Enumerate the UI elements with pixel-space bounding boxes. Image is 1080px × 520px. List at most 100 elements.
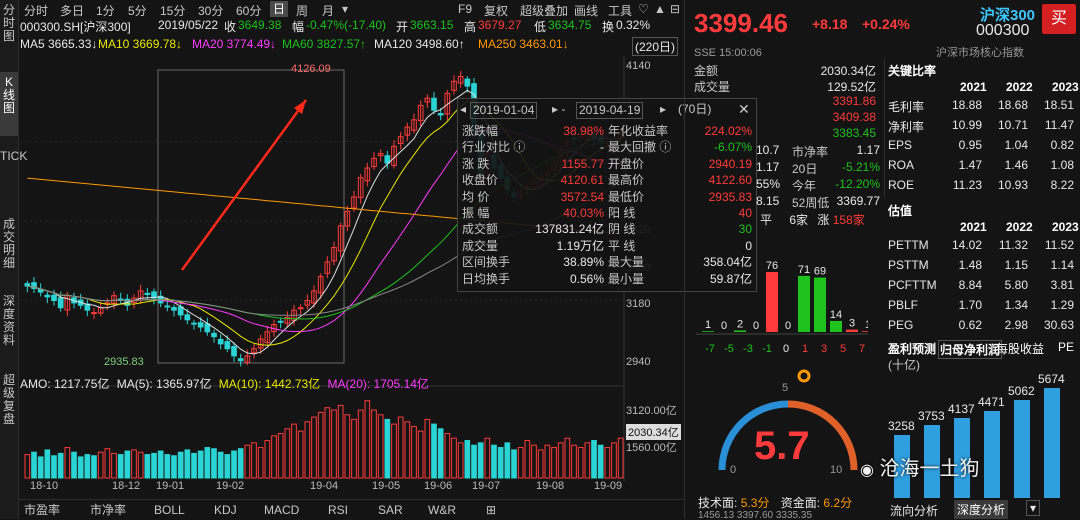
volume-bar [204, 447, 211, 479]
tab-pe[interactable]: 市盈率 [24, 500, 60, 520]
tab-kline[interactable]: K线图 [0, 72, 18, 136]
period-timeshare[interactable]: 分时 [24, 2, 48, 19]
popup-value: 38.89% [563, 255, 604, 270]
stat-b: 52周低 [792, 196, 830, 210]
popup-value: 1155.77 [561, 156, 605, 171]
volume-bar [217, 451, 224, 479]
tab-wr[interactable]: W&R [428, 500, 456, 520]
ratio-name: 净利率 [888, 120, 925, 134]
period-more-dropdown[interactable]: ▾ [342, 2, 348, 16]
dist-bar-value: 0 [753, 320, 759, 332]
high-label: 高 [464, 20, 477, 34]
amp-label: 幅 [292, 20, 305, 34]
tab-sar[interactable]: SAR [378, 500, 403, 520]
quote-bottom-partial: 1456.13 3397.60 3335.35 [698, 510, 812, 519]
date-to[interactable]: 2019-04-19 [576, 102, 644, 119]
valuation-value: 11.32 [998, 238, 1028, 252]
tab-depth[interactable]: 深度资料 [0, 295, 18, 351]
quote-row-label: 成交量 [694, 80, 731, 94]
next-from-icon[interactable]: ▸ - [552, 102, 565, 117]
dist-bar [734, 330, 746, 332]
volume-bar [597, 444, 604, 479]
period-day[interactable]: 日 [270, 1, 289, 17]
period-1min[interactable]: 1分 [96, 2, 115, 19]
volume-bar [464, 440, 471, 479]
change-distribution-chart: 102076071691431-7-5-3-101357 [696, 260, 868, 355]
volume-bar [77, 456, 84, 479]
tab-tick[interactable]: TICK [0, 150, 27, 206]
volume-bar [131, 449, 137, 479]
tab-macd[interactable]: MACD [264, 500, 299, 520]
add-indicator-icon[interactable]: ⊞ [486, 500, 496, 520]
forecast-tab-1[interactable]: 归母净利润 [938, 340, 1003, 359]
close-value: 3649.38 [238, 18, 282, 32]
ratio-name: ROE [888, 178, 915, 192]
f9-button[interactable]: F9 [458, 2, 472, 16]
tab-super-review[interactable]: 超级复盘 [0, 374, 18, 434]
up-count: 158家 [832, 213, 865, 227]
prev-from-icon[interactable]: ◂ [460, 102, 466, 117]
tab-kdj[interactable]: KDJ [214, 500, 237, 520]
period-month[interactable]: 月 [322, 2, 334, 19]
forecast-tab-0[interactable]: 盈利预测 [888, 340, 936, 357]
period-30min[interactable]: 30分 [198, 2, 223, 19]
popup-label: 区间换手 [462, 255, 511, 270]
next-to-icon[interactable]: ▸ [660, 102, 666, 117]
tab-timeshare[interactable]: 分时图 [0, 4, 18, 52]
tab-trade-detail[interactable]: 成交明细 [0, 218, 18, 284]
bar-count-dropdown[interactable]: (220日) [632, 37, 679, 56]
volume-bar [317, 411, 324, 479]
volume-bar [71, 451, 77, 479]
warn-icon[interactable]: ▲ [654, 2, 666, 16]
forecast-tab-2[interactable]: 每股收益 [996, 340, 1044, 357]
volume-bar [457, 442, 464, 479]
tab-rsi[interactable]: RSI [328, 500, 348, 520]
period-week[interactable]: 周 [296, 2, 308, 19]
trend-arrow [180, 99, 308, 271]
valuation-value: 2.98 [1004, 318, 1028, 332]
last-price: 3399.46 [694, 8, 788, 38]
candle-body [171, 307, 177, 311]
overlay-button[interactable]: 超级叠加 [520, 2, 568, 19]
ma10-value: MA10 3669.78↓ [98, 37, 183, 51]
stat-c: -12.20% [835, 177, 880, 191]
period-multiday[interactable]: 多日 [60, 2, 84, 19]
period-5min[interactable]: 5分 [128, 2, 147, 19]
bar-date: 2019/05/22 [158, 18, 219, 32]
tab-boll[interactable]: BOLL [154, 500, 185, 520]
ratio-value: 11.23 [952, 178, 982, 192]
volume-bar [117, 454, 124, 479]
watermark-text: 沧海一土狗 [879, 458, 980, 480]
volume-bar [351, 418, 357, 479]
period-15min[interactable]: 15分 [160, 2, 185, 19]
more-dropdown[interactable]: ▾ [1026, 500, 1041, 516]
volume-bar [57, 452, 64, 479]
buy-button[interactable]: 买 [1042, 4, 1076, 34]
forecast-tab-3[interactable]: PE [1058, 340, 1074, 354]
draw-line-button[interactable]: 画线 [574, 2, 598, 19]
gauge-min: 0 [730, 464, 737, 476]
dist-bar [766, 272, 778, 332]
volume-bar [537, 449, 544, 479]
candle-body [91, 312, 97, 315]
x-tick-8: 19-08 [536, 480, 565, 492]
date-from[interactable]: 2019-01-04 [470, 102, 538, 119]
flow-analysis-tab[interactable]: 流向分析 [890, 502, 938, 519]
depth-analysis-tab[interactable]: 深度分析 [954, 500, 1009, 519]
quote-row-value: 3391.86 [832, 94, 876, 108]
quote-row-value: 129.52亿 [827, 80, 876, 94]
y-tick-5: 2940 [626, 356, 651, 368]
favorite-icon[interactable]: ♡ [638, 2, 649, 16]
open-value: 3663.15 [410, 18, 454, 32]
layout-icon[interactable]: ⊟ [670, 2, 680, 16]
volume-bar [444, 432, 451, 479]
tools-button[interactable]: 工具 [608, 2, 632, 19]
forecast-bar-value: 5674 [1038, 372, 1065, 386]
tab-pb[interactable]: 市净率 [90, 500, 126, 520]
volume-bar [257, 447, 264, 479]
period-60min[interactable]: 60分 [236, 2, 261, 19]
volume-bar [431, 423, 437, 479]
quote-row: 3409.38 [694, 110, 876, 126]
ma250-value: MA250 3463.01↓ [478, 37, 569, 51]
adjust-button[interactable]: 复权 [484, 2, 508, 19]
